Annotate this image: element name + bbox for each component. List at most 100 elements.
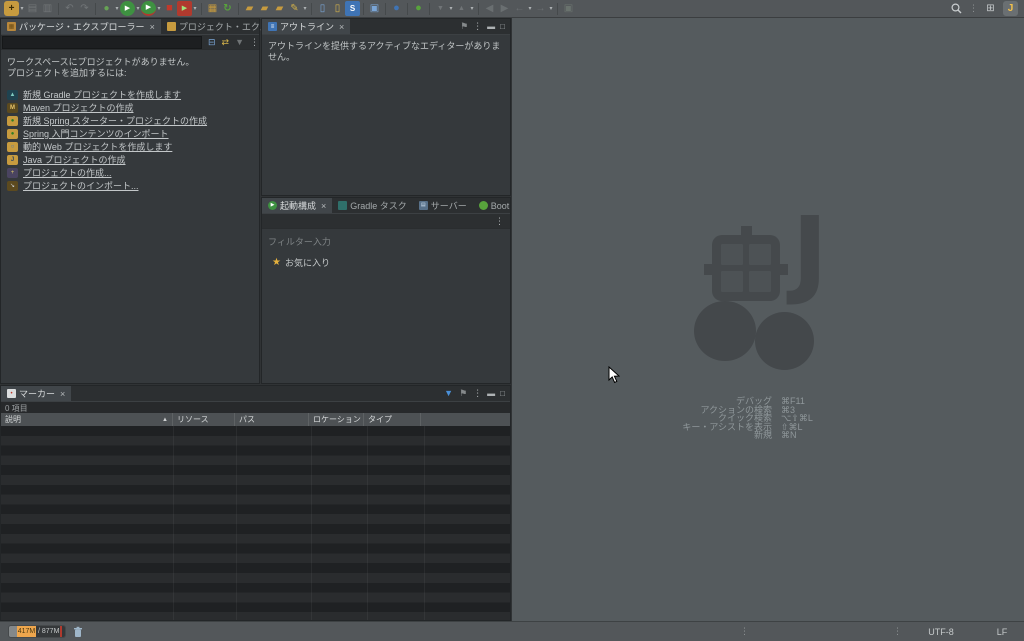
project-link-row[interactable]: M Maven プロジェクトの作成	[7, 101, 253, 114]
dropdown-arrow-icon[interactable]: ▾	[302, 5, 308, 12]
search-icon[interactable]	[949, 1, 964, 16]
dropdown-arrow-icon[interactable]: ▾	[192, 5, 198, 12]
back-history-icon[interactable]: ◀	[482, 1, 497, 16]
view-tab[interactable]: ▦ パッケージ・エクスプローラー ×	[1, 19, 161, 34]
gradle-refresh-icon[interactable]: ↻	[220, 1, 235, 16]
view-tab[interactable]: ▶ 起動構成 ×	[262, 198, 332, 213]
toolbar-separator	[557, 3, 558, 15]
minimize-icon[interactable]: ▬	[487, 23, 495, 31]
tab-label: サーバー	[431, 199, 467, 212]
run-icon[interactable]: ▶	[120, 1, 135, 16]
next-annotation-icon[interactable]: ▼	[433, 1, 448, 16]
debug-icon[interactable]: ●	[99, 1, 114, 16]
project-link[interactable]: 新規 Gradle プロジェクトを作成します	[23, 88, 181, 101]
project-link[interactable]: Spring 入門コンテンツのインポート	[23, 127, 169, 140]
minimize-icon[interactable]: ▬	[487, 390, 495, 398]
link-with-editor-icon[interactable]: ⇄	[222, 38, 230, 47]
toolbar-overflow-icon[interactable]: ⋮	[969, 3, 978, 14]
column-header[interactable]: リソース ▲	[173, 413, 235, 426]
launch-filter-input[interactable]: フィルター入力	[262, 229, 510, 248]
tab-outline[interactable]: ≡ アウトライン ×	[262, 19, 350, 34]
status-overflow-icon[interactable]: ⋮	[893, 626, 902, 637]
edit-icon[interactable]: ✎	[287, 1, 302, 16]
column-divider	[236, 426, 237, 620]
view-menu-icon[interactable]: ⋮	[473, 389, 482, 398]
tab-label: パッケージ・エクスプローラー	[19, 20, 145, 33]
project-link[interactable]: Maven プロジェクトの作成	[23, 101, 134, 114]
project-link[interactable]: 新規 Spring スターター・プロジェクトの作成	[23, 114, 207, 127]
close-icon[interactable]: ×	[321, 201, 326, 211]
tab-markers[interactable]: • マーカー ×	[1, 386, 71, 401]
project-link[interactable]: Java プロジェクトの作成	[23, 153, 126, 166]
project-link[interactable]: 動的 Web プロジェクトを作成します	[23, 140, 172, 153]
filter-icon[interactable]: ▼	[444, 389, 453, 398]
redo-icon[interactable]: ↷	[77, 1, 92, 16]
view-menu-icon[interactable]: ⋮	[473, 22, 482, 31]
focus-icon[interactable]: ⚑	[460, 22, 468, 31]
java-perspective-icon[interactable]: J	[1003, 1, 1018, 16]
view-tab[interactable]: ▤ サーバー ×	[413, 198, 473, 213]
maximize-icon[interactable]: □	[500, 23, 505, 31]
garbage-collect-button[interactable]	[70, 624, 85, 639]
maximize-icon[interactable]: □	[500, 390, 505, 398]
project-link-row[interactable]: + プロジェクトの作成...	[7, 166, 253, 179]
open-folder-icon[interactable]: ▰	[242, 1, 257, 16]
project-link-row[interactable]: ▲ 新規 Gradle プロジェクトを作成します	[7, 88, 253, 101]
dropdown-arrow-icon[interactable]: ▾	[469, 5, 475, 12]
save-all-icon[interactable]: ▥	[40, 1, 55, 16]
back-icon[interactable]: ←	[512, 1, 527, 16]
shortcut-label: 新規	[662, 431, 772, 440]
console-icon[interactable]: ▣	[367, 1, 382, 16]
column-divider	[311, 426, 312, 620]
launch-configurations-view: ▶ 起動構成 × Gradle タスク × ▤ サーバー × Boot ダッシ.…	[261, 197, 511, 384]
project-link[interactable]: プロジェクトのインポート...	[23, 179, 139, 192]
column-header[interactable]: パス ▲	[235, 413, 309, 426]
new-class-icon[interactable]: ▯	[315, 1, 330, 16]
favorites-item[interactable]: ★ お気に入り	[262, 248, 510, 269]
undo-icon[interactable]: ↶	[62, 1, 77, 16]
open-file-icon[interactable]: ▰	[257, 1, 272, 16]
stop-icon[interactable]: ■	[162, 1, 177, 16]
view-tab[interactable]: Gradle タスク ×	[332, 198, 413, 213]
column-header[interactable]: ロケーション ▲	[309, 413, 364, 426]
tab-label: アウトライン	[280, 20, 334, 33]
project-link-row[interactable]: ● Spring 入門コンテンツのインポート	[7, 127, 253, 140]
new-interface-icon[interactable]: ▯	[330, 1, 345, 16]
project-link-row[interactable]: ○ 動的 Web プロジェクトを作成します	[7, 140, 253, 153]
project-link-row[interactable]: J Java プロジェクトの作成	[7, 153, 253, 166]
relaunch-icon[interactable]: ▶	[177, 1, 192, 16]
focus-icon[interactable]: ⚑	[459, 389, 467, 398]
forward-icon[interactable]: →	[533, 1, 548, 16]
new-java-element-icon[interactable]: ▦	[205, 1, 220, 16]
last-edit-location-icon[interactable]: ▣	[561, 1, 576, 16]
markers-table-header: 説明 ▲ リソース ▲ パス ▲ ロケーション ▲ タイプ ▲	[1, 413, 510, 426]
view-menu-icon[interactable]: ⋮	[495, 217, 504, 226]
column-header[interactable]: 説明 ▲	[1, 413, 173, 426]
collapse-all-icon[interactable]: ⊟	[208, 38, 216, 47]
explorer-filter-input[interactable]	[2, 36, 202, 49]
open-perspective-icon[interactable]: ⊞	[983, 1, 998, 16]
coverage-icon[interactable]: ▶	[141, 1, 156, 16]
dropdown-arrow-icon[interactable]: ▾	[548, 5, 554, 12]
boot-icon[interactable]: ●	[411, 1, 426, 16]
toolbar-separator	[407, 3, 408, 15]
new-wizard-icon[interactable]: +	[4, 1, 19, 16]
save-icon[interactable]: ▤	[25, 1, 40, 16]
close-icon[interactable]: ×	[150, 22, 155, 32]
view-menu-icon[interactable]: ⋮	[250, 38, 259, 47]
project-link-row[interactable]: ↘ プロジェクトのインポート...	[7, 179, 253, 192]
status-overflow-icon[interactable]: ⋮	[740, 626, 749, 637]
spring-icon[interactable]: S	[345, 1, 360, 16]
prev-annotation-icon[interactable]: ▲	[454, 1, 469, 16]
spring-tool-icon[interactable]: ●	[389, 1, 404, 16]
open-resource-icon[interactable]: ▰	[272, 1, 287, 16]
column-divider	[173, 426, 174, 620]
forward-history-icon[interactable]: ▶	[497, 1, 512, 16]
close-icon[interactable]: ×	[60, 389, 65, 399]
shortcut-row: キー・アシストを表示 ⇧⌘L	[662, 423, 832, 432]
column-header[interactable]: タイプ ▲	[364, 413, 421, 426]
close-icon[interactable]: ×	[339, 22, 344, 32]
project-link[interactable]: プロジェクトの作成...	[23, 166, 112, 179]
filter-icon[interactable]: ▼	[235, 38, 244, 47]
project-link-row[interactable]: ● 新規 Spring スターター・プロジェクトの作成	[7, 114, 253, 127]
